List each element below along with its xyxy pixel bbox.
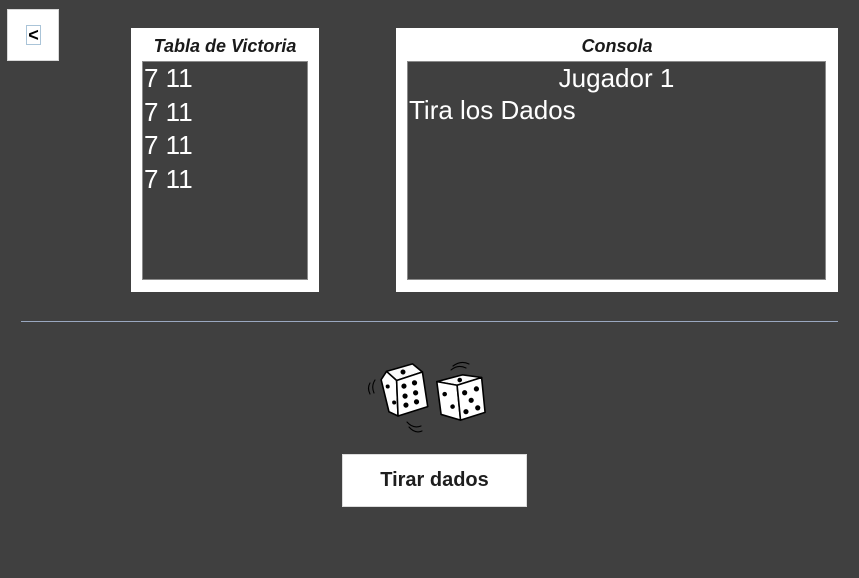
back-button[interactable]: < (7, 9, 59, 61)
victory-row: 7 11 (144, 63, 193, 93)
rolling-dice-icon (365, 356, 495, 438)
divider (21, 321, 838, 322)
victory-row: 7 11 (144, 130, 193, 160)
console-player-text: Jugador 1 (558, 63, 675, 93)
console-panel: Consola Jugador 1 Tira los Dados (396, 28, 838, 292)
back-button-label: < (26, 25, 41, 45)
victory-table-title: Tabla de Victoria (153, 36, 297, 56)
console-message-text: Tira los Dados (409, 95, 576, 125)
roll-dice-button[interactable]: Tirar dados (342, 454, 527, 507)
victory-table-list: 7 11 7 11 7 11 7 11 (142, 61, 308, 280)
victory-table-panel: Tabla de Victoria 7 11 7 11 7 11 7 11 (131, 28, 319, 292)
victory-row: 7 11 (144, 96, 193, 127)
victory-row: 7 11 (144, 163, 193, 194)
console-title: Consola (581, 36, 653, 56)
console-output: Jugador 1 Tira los Dados (407, 61, 826, 280)
